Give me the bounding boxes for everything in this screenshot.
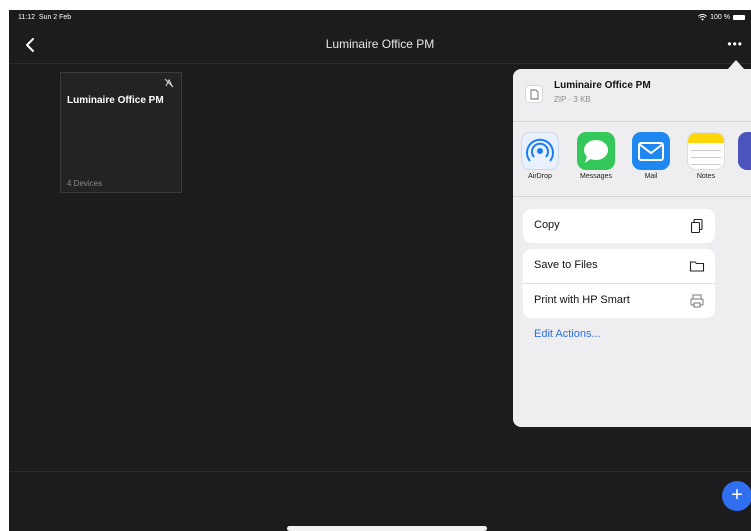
- file-meta: ZIP · 3 KB: [554, 95, 591, 104]
- group-card-title: Luminaire Office PM: [67, 95, 164, 106]
- share-app-label: Mail: [644, 173, 658, 180]
- navigation-bar: Luminaire Office PM •••: [9, 27, 751, 64]
- add-button[interactable]: +: [722, 481, 751, 511]
- mail-icon: [632, 132, 670, 170]
- action-save-label: Save to Files: [534, 259, 598, 271]
- action-print-hp-smart[interactable]: Print with HP Smart: [523, 284, 715, 318]
- wifi-icon: [698, 14, 708, 21]
- share-app-messages[interactable]: Messages: [574, 132, 618, 180]
- share-apps-row: AirDrop Messages Mail Notes: [513, 122, 751, 197]
- status-time: 11:12: [18, 14, 35, 21]
- share-sheet: Luminaire Office PM ZIP · 3 KB AirDrop M…: [513, 69, 751, 427]
- document-icon: [525, 85, 543, 103]
- share-app-airdrop[interactable]: AirDrop: [518, 132, 562, 180]
- app-screen: 11:12 Sun 2 Feb 100 % Luminaire Office P…: [9, 10, 751, 531]
- folder-icon: [689, 261, 705, 272]
- share-sheet-header: Luminaire Office PM ZIP · 3 KB: [513, 69, 751, 122]
- notes-icon: [687, 132, 725, 170]
- status-time-date: 11:12 Sun 2 Feb: [18, 14, 71, 21]
- teams-icon: [738, 132, 751, 170]
- status-indicators: 100 %: [698, 14, 745, 21]
- status-date: Sun 2 Feb: [38, 14, 72, 21]
- group-card[interactable]: Luminaire Office PM 4 Devices: [60, 72, 182, 193]
- action-print-label: Print with HP Smart: [534, 294, 630, 306]
- share-app-label: Notes: [696, 173, 716, 180]
- share-app-mail[interactable]: Mail: [629, 132, 673, 180]
- action-save-to-files[interactable]: Save to Files: [523, 249, 715, 284]
- file-actions-group: Save to Files Print with HP Smart: [523, 249, 715, 318]
- battery-icon: [733, 15, 745, 20]
- action-copy[interactable]: Copy: [523, 209, 715, 243]
- printer-icon: [690, 294, 704, 308]
- action-copy-label: Copy: [534, 219, 560, 231]
- share-app-label: T: [735, 173, 751, 180]
- share-app-label: AirDrop: [528, 173, 552, 180]
- airdrop-icon: [521, 132, 559, 170]
- home-indicator: [287, 526, 487, 531]
- battery-percent: 100 %: [710, 14, 730, 21]
- copy-group: Copy: [523, 209, 715, 243]
- share-app-label: Messages: [580, 173, 612, 180]
- file-name: Luminaire Office PM: [554, 80, 651, 91]
- share-app-notes[interactable]: Notes: [684, 132, 728, 180]
- no-signal-icon: [164, 78, 174, 88]
- more-options-button[interactable]: •••: [727, 38, 743, 50]
- page-title: Luminaire Office PM: [325, 37, 435, 51]
- edit-actions-link[interactable]: Edit Actions...: [534, 328, 601, 340]
- bottom-bar: [9, 471, 751, 531]
- copy-icon: [690, 218, 703, 234]
- messages-icon: [577, 132, 615, 170]
- share-app-teams[interactable]: T: [735, 132, 751, 180]
- group-card-device-count: 4 Devices: [67, 179, 103, 188]
